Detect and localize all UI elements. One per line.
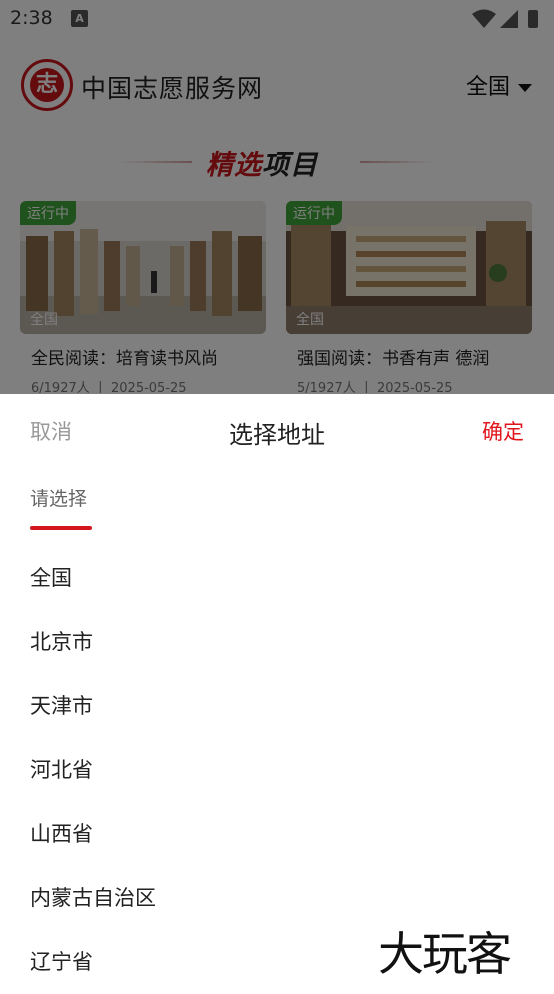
region-option[interactable]: 全国 <box>0 546 554 610</box>
tab-please-select[interactable]: 请选择 <box>30 484 87 511</box>
confirm-button[interactable]: 确定 <box>482 416 524 446</box>
tab-active-indicator <box>30 526 92 530</box>
cancel-button[interactable]: 取消 <box>30 416 72 446</box>
watermark: 大玩客 <box>378 927 512 981</box>
modal-backdrop[interactable] <box>0 0 554 394</box>
region-option[interactable]: 天津市 <box>0 674 554 738</box>
picker-title: 选择地址 <box>229 421 325 449</box>
address-picker-sheet: 选择地址 取消 确定 请选择 全国 北京市 天津市 河北省 山西省 内蒙古自治区… <box>0 394 554 985</box>
region-option[interactable]: 北京市 <box>0 610 554 674</box>
region-option[interactable]: 河北省 <box>0 738 554 802</box>
region-option[interactable]: 山西省 <box>0 802 554 866</box>
